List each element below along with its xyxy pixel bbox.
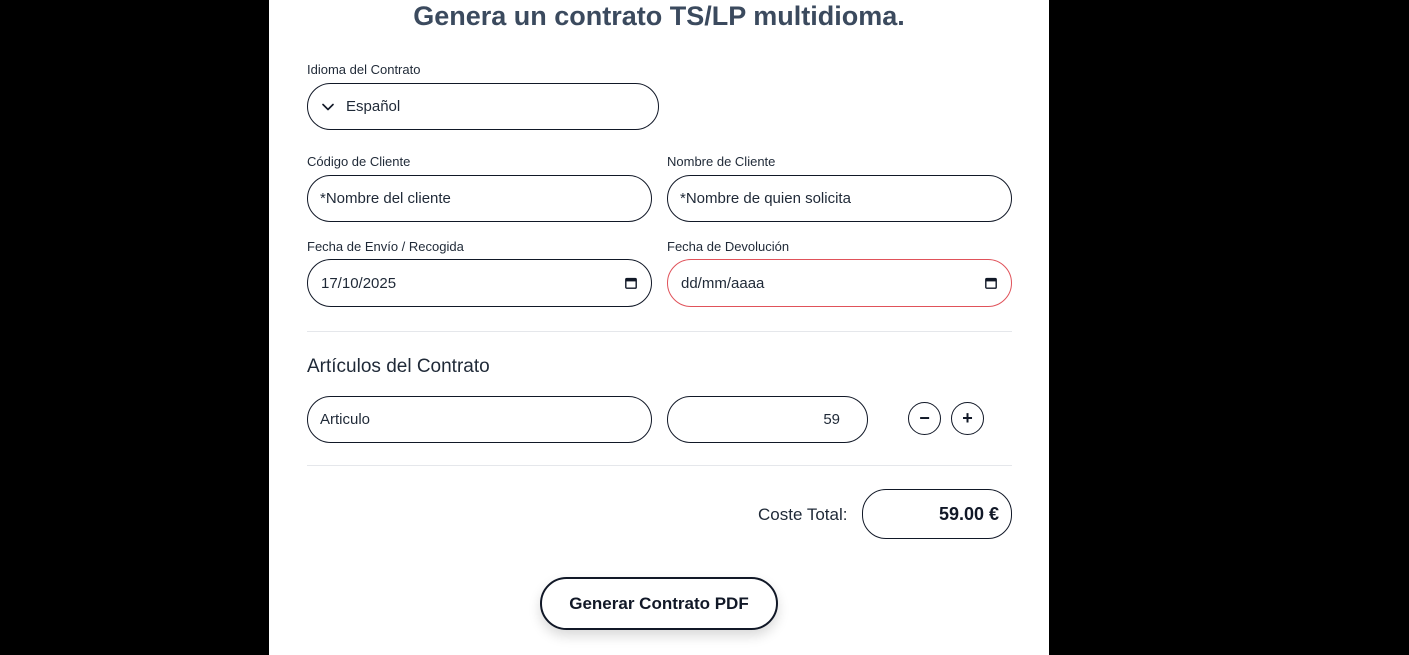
generate-pdf-button-label: Generar Contrato PDF [569,593,749,613]
client-code-input[interactable] [320,190,651,207]
return-date-label: Fecha de Devolución [667,239,790,254]
section-divider [307,331,1012,332]
language-selected-value: Español [346,98,401,115]
remove-article-button[interactable]: − [908,402,941,435]
client-name-field[interactable] [667,175,1012,222]
page-title: Genera un contrato TS/LP multidioma. [413,1,905,31]
language-select[interactable]: Español [307,83,659,130]
language-label: Idioma del Contrato [307,62,421,77]
calendar-icon[interactable] [625,277,637,289]
contract-form-panel: Genera un contrato TS/LP multidioma. Idi… [269,0,1049,655]
minus-icon: − [919,408,930,428]
ship-date-field[interactable]: 17/10/2025 [307,259,652,307]
client-code-label: Código de Cliente [307,154,411,169]
total-label: Coste Total: [758,505,848,524]
return-date-placeholder: dd/mm/aaaa [681,274,765,292]
ship-date-value: 17/10/2025 [321,274,397,292]
calendar-icon[interactable] [985,277,997,289]
client-name-label: Nombre de Cliente [667,154,776,169]
article-name-field[interactable]: Articulo [307,396,652,443]
section-divider [307,465,1012,466]
client-name-input[interactable] [680,190,1011,207]
total-value: 59.00 € [938,503,999,524]
article-price-field[interactable]: 59 [667,396,868,443]
total-value-field: 59.00 € [862,489,1012,539]
add-article-button[interactable]: + [951,402,984,435]
chevron-down-icon [322,103,334,110]
article-name-value: Articulo [320,411,371,428]
client-code-field[interactable] [307,175,652,222]
plus-icon: + [962,408,973,428]
generate-pdf-button[interactable]: Generar Contrato PDF [540,577,778,630]
articles-section-title: Artículos del Contrato [307,356,490,377]
article-price-value: 59 [823,411,840,428]
ship-date-label: Fecha de Envío / Recogida [307,239,464,254]
return-date-field[interactable]: dd/mm/aaaa [667,259,1012,307]
